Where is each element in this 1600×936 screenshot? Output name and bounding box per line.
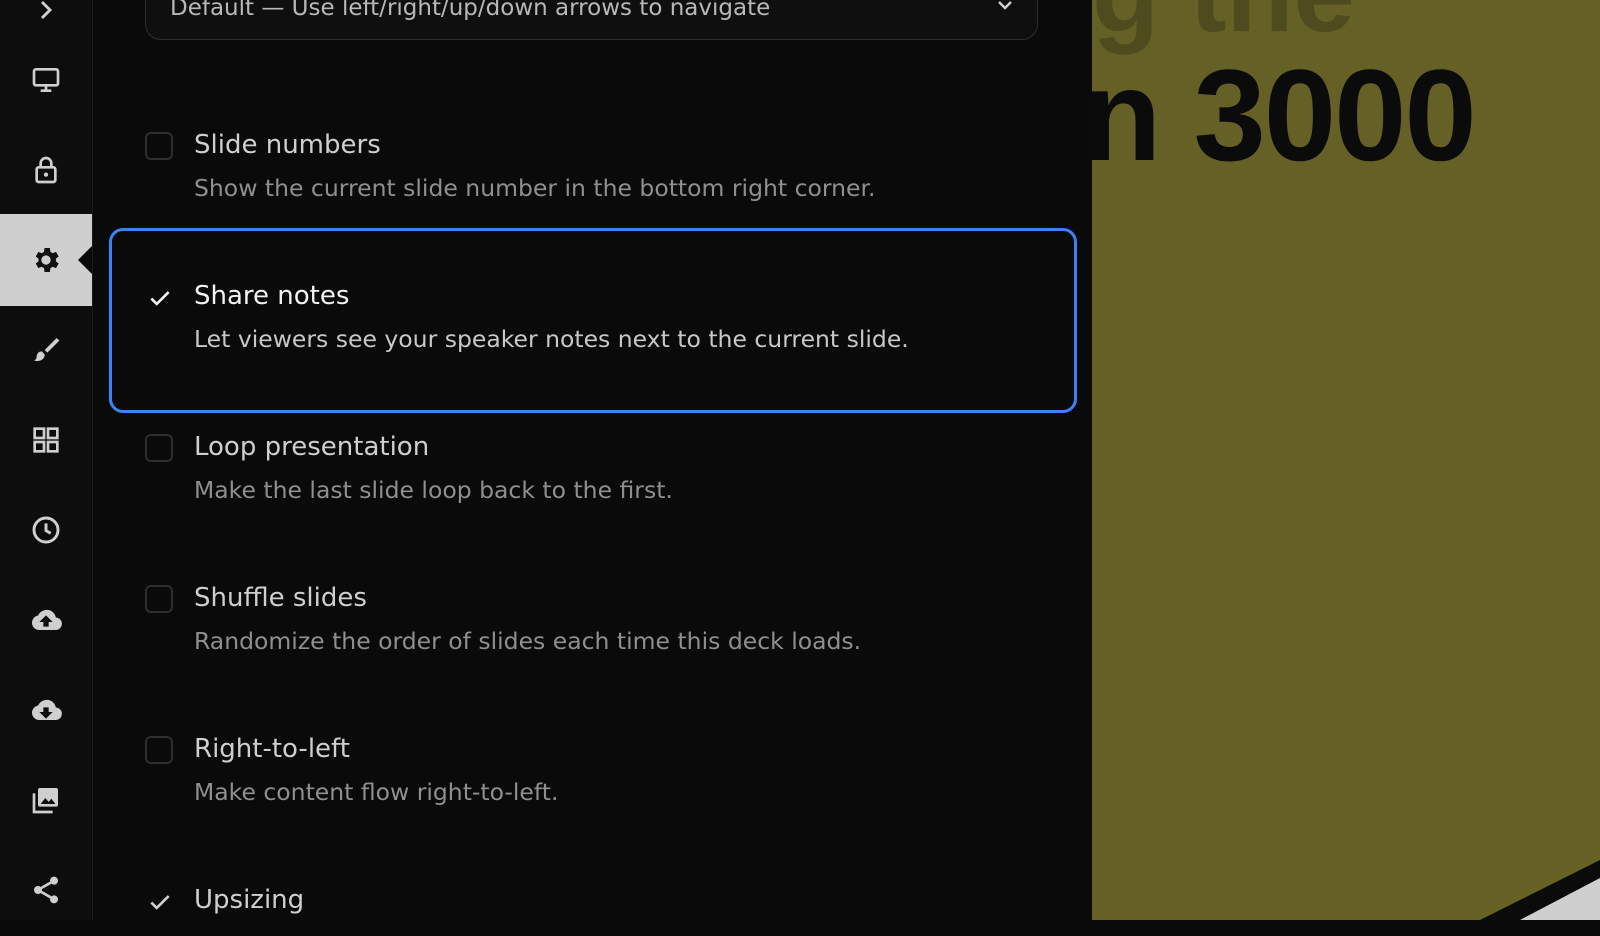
option-title: Share notes <box>194 281 350 311</box>
focus-ring <box>109 228 1077 413</box>
sidebar-item-access[interactable] <box>0 124 92 216</box>
monitor-icon <box>32 68 60 92</box>
clock-icon <box>32 516 60 544</box>
sidebar-item-import[interactable] <box>0 574 92 666</box>
sidebar-item-export[interactable] <box>0 664 92 756</box>
option-title: Upsizing <box>194 885 305 915</box>
option-description: Randomize the order of slides each time … <box>194 627 862 655</box>
shuffle-slides-checkbox[interactable] <box>145 585 173 613</box>
cloud-download-icon <box>32 699 62 721</box>
option-description: Show the current slide number in the bot… <box>194 174 876 202</box>
chevron-right-icon <box>40 0 53 20</box>
option-title: Shuffle slides <box>194 583 367 613</box>
share-icon <box>34 876 58 904</box>
cloud-upload-icon <box>32 609 62 631</box>
sidebar-item-present[interactable] <box>0 34 92 126</box>
right-to-left-checkbox[interactable] <box>145 736 173 764</box>
sidebar-item-layout[interactable] <box>0 394 92 486</box>
sidebar-item-settings[interactable] <box>0 214 92 306</box>
preview-headline: n 3000 <box>1092 42 1477 188</box>
chevron-down-icon <box>998 1 1012 10</box>
navigation-mode-select[interactable]: Default — Use left/right/up/down arrows … <box>145 0 1038 40</box>
option-title: Loop presentation <box>194 432 430 462</box>
loop-presentation-checkbox[interactable] <box>145 434 173 462</box>
grid-icon <box>33 427 59 453</box>
sidebar-item-history[interactable] <box>0 484 92 576</box>
checkmark-icon[interactable] <box>147 889 173 915</box>
slide-preview[interactable]: g the n 3000 <box>1092 0 1600 920</box>
sidebar-item-media[interactable] <box>0 754 92 846</box>
navigation-mode-value: Default — Use left/right/up/down arrows … <box>170 0 771 21</box>
slide-numbers-checkbox[interactable] <box>145 132 173 160</box>
sidebar-item-share[interactable] <box>0 844 92 936</box>
lock-icon <box>35 156 57 184</box>
paintbrush-icon <box>34 338 60 362</box>
sidebar-rail <box>0 0 93 920</box>
gear-icon <box>35 248 59 272</box>
preview-corner-shape <box>1480 860 1600 920</box>
checkmark-icon[interactable] <box>147 285 173 311</box>
sidebar-item-appearance[interactable] <box>0 304 92 396</box>
option-description: Make the last slide loop back to the fir… <box>194 476 673 504</box>
images-icon <box>32 788 58 814</box>
option-description: Let viewers see your speaker notes next … <box>194 325 909 353</box>
option-description: Make content flow right-to-left. <box>194 778 559 806</box>
option-title: Slide numbers <box>194 130 381 160</box>
option-title: Right-to-left <box>194 734 350 764</box>
